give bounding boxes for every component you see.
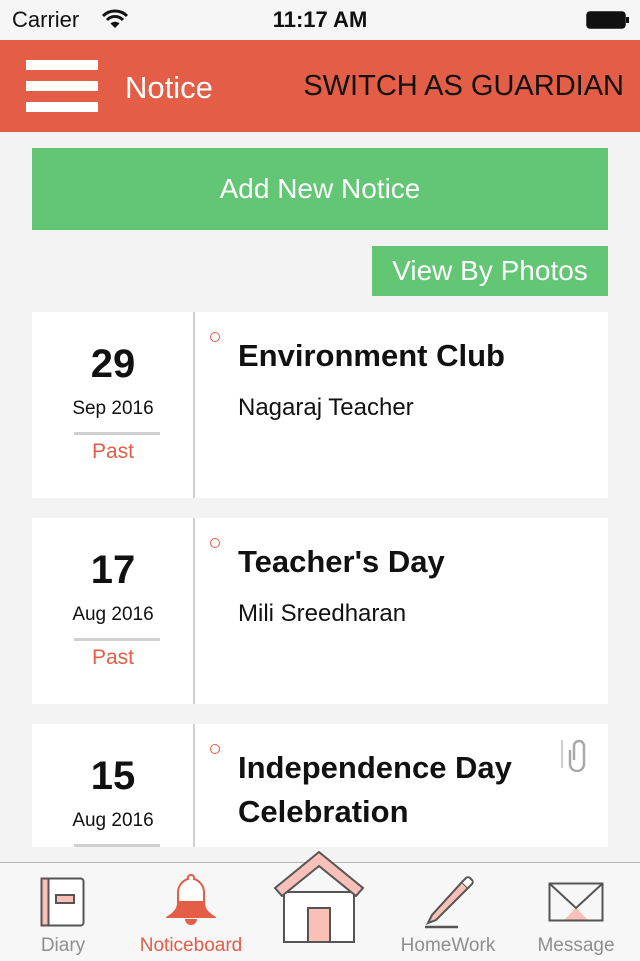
- unread-dot-icon: [210, 744, 220, 754]
- notice-day: 15: [90, 754, 136, 798]
- notice-card[interactable]: 29 Sep 2016 Past Environment Club Nagara…: [32, 312, 608, 498]
- card-divider: [193, 518, 195, 704]
- view-by-photos-button[interactable]: View By Photos: [372, 246, 608, 296]
- date-divider: [74, 638, 160, 641]
- tab-message[interactable]: Message: [526, 863, 626, 961]
- notice-date: 29 Sep 2016 Past: [32, 312, 194, 498]
- hamburger-line: [26, 81, 98, 91]
- bell-icon: [166, 874, 216, 925]
- tab-label: Diary: [40, 935, 86, 956]
- switch-as-guardian-button[interactable]: SWITCH AS GUARDIAN: [303, 70, 624, 103]
- hamburger-line: [26, 102, 98, 112]
- clock: 11:17 AM: [272, 7, 368, 32]
- diary-icon: [40, 877, 85, 927]
- menu-button[interactable]: [26, 60, 98, 112]
- notice-title: Teacher's Day: [238, 544, 445, 579]
- notice-author: Nagaraj Teacher: [238, 394, 414, 421]
- notice-card[interactable]: 17 Aug 2016 Past Teacher's Day Mili Sree…: [32, 518, 608, 704]
- unread-dot-icon: [210, 332, 220, 342]
- notice-month-year: Aug 2016: [72, 604, 154, 625]
- tab-diary[interactable]: Diary: [18, 863, 108, 961]
- tab-noticeboard[interactable]: Noticeboard: [128, 863, 254, 961]
- card-divider: [193, 724, 195, 847]
- battery-icon: [586, 11, 629, 29]
- notice-list[interactable]: 29 Sep 2016 Past Environment Club Nagara…: [32, 312, 608, 847]
- notice-title: Environment Club: [238, 338, 505, 373]
- notice-month-year: Sep 2016: [72, 398, 154, 419]
- status-bar: Carrier 11:17 AM: [0, 0, 640, 40]
- hamburger-icon: [26, 60, 98, 70]
- notice-title: Independence Day Celebration: [238, 750, 512, 829]
- tab-homework[interactable]: HomeWork: [386, 863, 510, 961]
- card-divider: [193, 312, 195, 498]
- notice-day: 17: [90, 548, 136, 592]
- date-divider: [74, 432, 160, 435]
- notice-author: Mili Sreedharan: [238, 600, 407, 627]
- notice-card[interactable]: 15 Aug 2016 Independence Day Celebration: [32, 724, 608, 847]
- tab-label: Noticeboard: [139, 935, 243, 956]
- page-title: Notice: [125, 70, 213, 105]
- add-new-notice-button[interactable]: Add New Notice: [32, 148, 608, 230]
- notice-date: 17 Aug 2016 Past: [32, 518, 194, 704]
- date-divider: [74, 844, 160, 847]
- tab-label: HomeWork: [400, 935, 496, 956]
- notice-status: Past: [91, 440, 135, 463]
- notice-status: Past: [91, 646, 135, 669]
- notice-day: 29: [90, 342, 136, 386]
- attachment-icon[interactable]: [560, 738, 594, 772]
- envelope-icon: [548, 882, 604, 922]
- notice-month-year: Aug 2016: [72, 810, 154, 831]
- tab-label: Message: [537, 935, 615, 956]
- pencil-icon: [425, 876, 474, 929]
- nav-bar: Notice SWITCH AS GUARDIAN: [0, 40, 640, 132]
- unread-dot-icon: [210, 538, 220, 548]
- home-icon[interactable]: [272, 850, 366, 946]
- notice-date: 15 Aug 2016: [32, 724, 194, 847]
